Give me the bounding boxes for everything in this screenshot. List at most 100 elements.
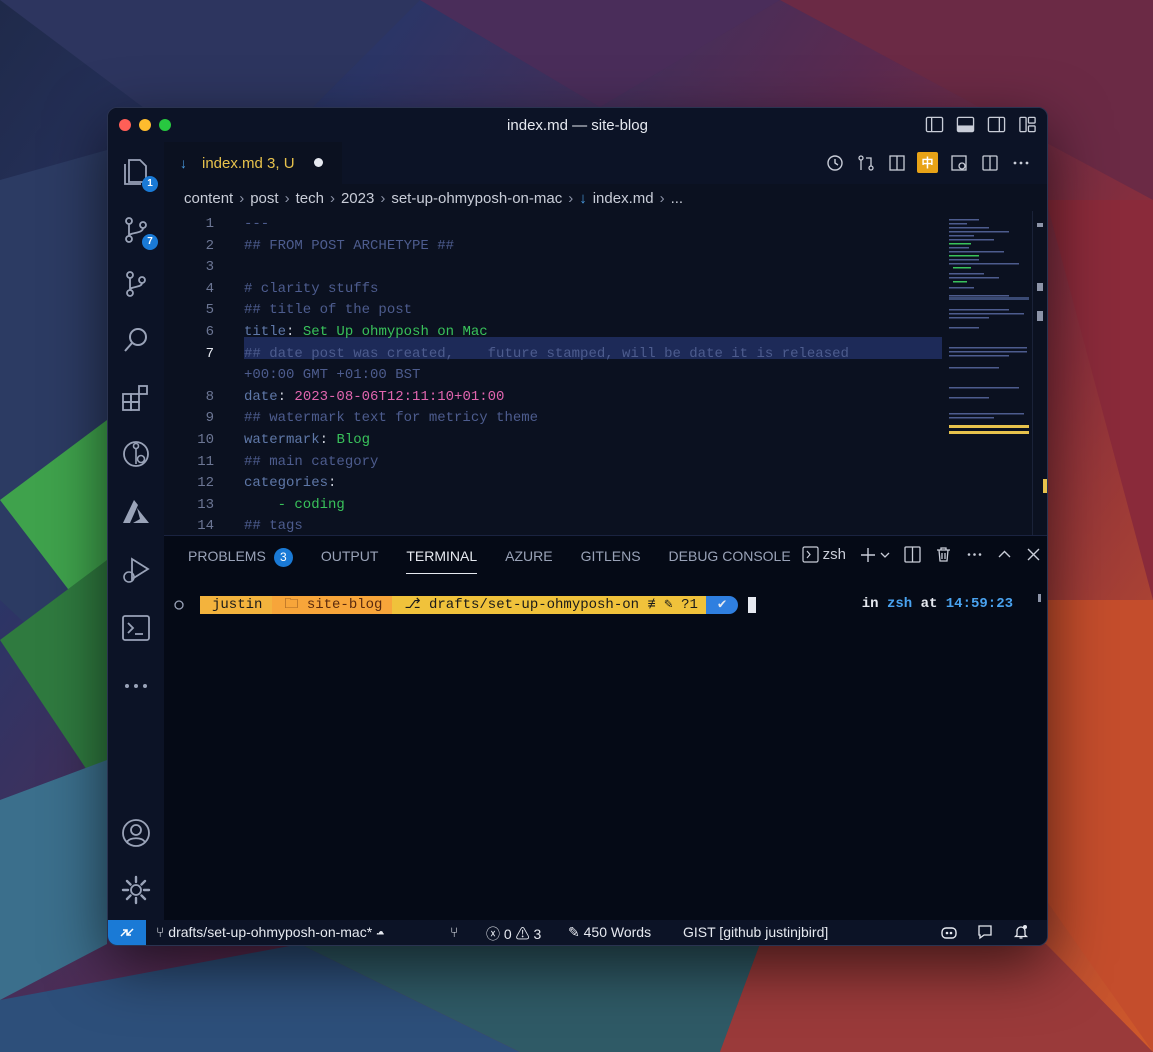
circle-icon — [174, 600, 184, 610]
trash-icon[interactable] — [935, 546, 952, 563]
rprompt-shell: zsh — [886, 596, 913, 612]
tab-gitlens[interactable]: GITLENS — [581, 548, 641, 574]
run-debug-icon — [123, 557, 150, 583]
tab-problems[interactable]: PROBLEMS 3 — [188, 548, 293, 574]
timeline-history-button[interactable] — [824, 152, 845, 173]
azure-icon — [123, 500, 149, 523]
git-branch-icon: ⑂ — [156, 924, 165, 940]
close-icon[interactable] — [1026, 547, 1041, 562]
git-branch-icon — [126, 271, 146, 297]
terminal-right-prompt: in zsh at 14:59:23 — [862, 596, 1013, 612]
editor-scrollbar[interactable] — [1032, 211, 1047, 535]
error-count: 0 — [503, 926, 512, 942]
unsaved-dot-icon[interactable] — [314, 158, 323, 167]
yaml-value: Blog — [336, 432, 371, 448]
line-number: 11 — [197, 454, 214, 470]
copilot-icon[interactable] — [940, 924, 958, 943]
code-line: 10 watermark: Blog — [164, 432, 864, 452]
translate-extension-button[interactable]: 中 — [917, 152, 938, 173]
code-line: 8 date: 2023-08-06T12:11:10+01:00 — [164, 389, 864, 409]
translate-icon: 中 — [921, 156, 934, 170]
git-graph-status[interactable]: ⑂ — [450, 924, 458, 940]
code-line: +00:00 GMT +01:00 BST — [164, 367, 864, 387]
line-number: 9 — [205, 410, 214, 426]
customize-layout-icon[interactable] — [1018, 115, 1037, 134]
tab-index-md[interactable]: ↓ index.md 3, U — [164, 142, 342, 185]
chevron-up-icon[interactable] — [997, 547, 1012, 562]
split-editor-button[interactable] — [979, 152, 1000, 173]
line-text: ## main category — [244, 454, 379, 470]
remote-indicator[interactable] — [108, 920, 146, 945]
breadcrumb-item[interactable]: ... — [671, 190, 684, 207]
code-line: 2 ## FROM POST ARCHETYPE ## — [164, 238, 864, 258]
code-line: 12 categories: — [164, 475, 864, 495]
breadcrumb-item[interactable]: set-up-ohmyposh-on-mac — [391, 190, 562, 207]
terminal-prompt: justin 🗀 site-blog ⎇ drafts/set-up-ohmyp… — [174, 596, 757, 614]
explorer-badge: 1 — [142, 176, 158, 192]
code-line: 5 ## title of the post — [164, 302, 864, 322]
gist-status[interactable]: GIST [github justinjbird] — [683, 924, 828, 940]
line-number: 5 — [205, 302, 214, 318]
toggle-primary-sidebar-icon[interactable] — [925, 115, 944, 134]
terminal-button[interactable] — [120, 612, 152, 644]
tab-file-status: 3, U — [267, 155, 295, 172]
source-control-button[interactable]: 7 — [120, 214, 158, 250]
branch-status[interactable]: ⑂ drafts/set-up-ohmyposh-on-mac* ☁ — [156, 924, 384, 940]
breadcrumb-item[interactable]: tech — [296, 190, 324, 207]
tab-label: PROBLEMS — [188, 548, 266, 564]
tab-debug-console[interactable]: DEBUG CONSOLE — [669, 548, 791, 574]
breadcrumb-item[interactable]: 2023 — [341, 190, 374, 207]
git-graph-button[interactable] — [120, 268, 152, 300]
terminal-profile-selector[interactable]: zsh — [802, 546, 846, 563]
breadcrumb-item[interactable]: index.md — [593, 190, 654, 207]
breadcrumb-item[interactable]: post — [250, 190, 278, 207]
tab-output[interactable]: OUTPUT — [321, 548, 379, 574]
yaml-key: watermark — [244, 432, 320, 448]
chevron-right-icon: › — [239, 189, 245, 207]
line-number: 4 — [205, 281, 214, 297]
scroll-marker — [1037, 223, 1043, 227]
extensions-button[interactable] — [120, 382, 152, 414]
line-number: 2 — [205, 238, 214, 254]
toggle-panel-icon[interactable] — [956, 115, 975, 134]
terminal-scrollbar[interactable] — [1038, 594, 1041, 602]
prompt-branch-segment: ⎇ drafts/set-up-ohmyposh-on ≢ ✎ ?1 — [392, 596, 706, 614]
yaml-value: Set Up ohmyposh on Mac — [302, 324, 488, 340]
breadcrumb-item[interactable]: content — [184, 190, 233, 207]
line-number: 3 — [205, 259, 214, 275]
minimap[interactable] — [949, 217, 1029, 535]
manage-button[interactable] — [120, 874, 152, 906]
preview-icon — [888, 154, 905, 171]
chevron-right-icon: › — [329, 189, 335, 207]
more-actions-button[interactable] — [1010, 152, 1031, 173]
open-preview-side-button[interactable] — [948, 152, 969, 173]
split-terminal-icon[interactable] — [904, 546, 921, 563]
compare-changes-button[interactable] — [855, 152, 876, 173]
problems-status[interactable]: ⓧ 0 ⚠ 3 — [486, 924, 541, 944]
new-terminal-button[interactable] — [860, 547, 890, 563]
status-bar: ⑂ drafts/set-up-ohmyposh-on-mac* ☁ ⑂ ⓧ 0… — [108, 920, 1047, 945]
line-text: ## tags — [244, 518, 303, 534]
azure-button[interactable] — [120, 496, 152, 528]
toggle-secondary-sidebar-icon[interactable] — [987, 115, 1006, 134]
accounts-button[interactable] — [120, 817, 152, 849]
tab-terminal[interactable]: TERMINAL — [406, 548, 478, 574]
feedback-icon[interactable] — [976, 924, 994, 943]
notifications-bell-icon[interactable] — [1013, 924, 1029, 943]
word-count-status[interactable]: ✎ 450 Words — [568, 924, 651, 941]
more-views-button[interactable] — [120, 670, 152, 702]
run-and-debug-button[interactable] — [120, 554, 152, 586]
explorer-button[interactable]: 1 — [120, 156, 158, 192]
word-count: 450 Words — [583, 924, 652, 940]
ellipsis-icon[interactable] — [966, 546, 983, 563]
line-text: ## watermark text for metricy theme — [244, 410, 539, 426]
preview-side-icon — [950, 154, 967, 171]
remote-icon — [120, 928, 134, 937]
line-number: 1 — [205, 216, 214, 232]
gitlens-button[interactable] — [120, 438, 152, 470]
tab-azure[interactable]: AZURE — [505, 548, 552, 574]
search-button[interactable] — [120, 324, 152, 356]
code-line: 6 title: Set Up ohmyposh on Mac — [164, 324, 864, 344]
open-preview-button[interactable] — [886, 152, 907, 173]
code-editor[interactable]: 1 --- 2 ## FROM POST ARCHETYPE ## 3 4 # … — [164, 211, 1047, 535]
